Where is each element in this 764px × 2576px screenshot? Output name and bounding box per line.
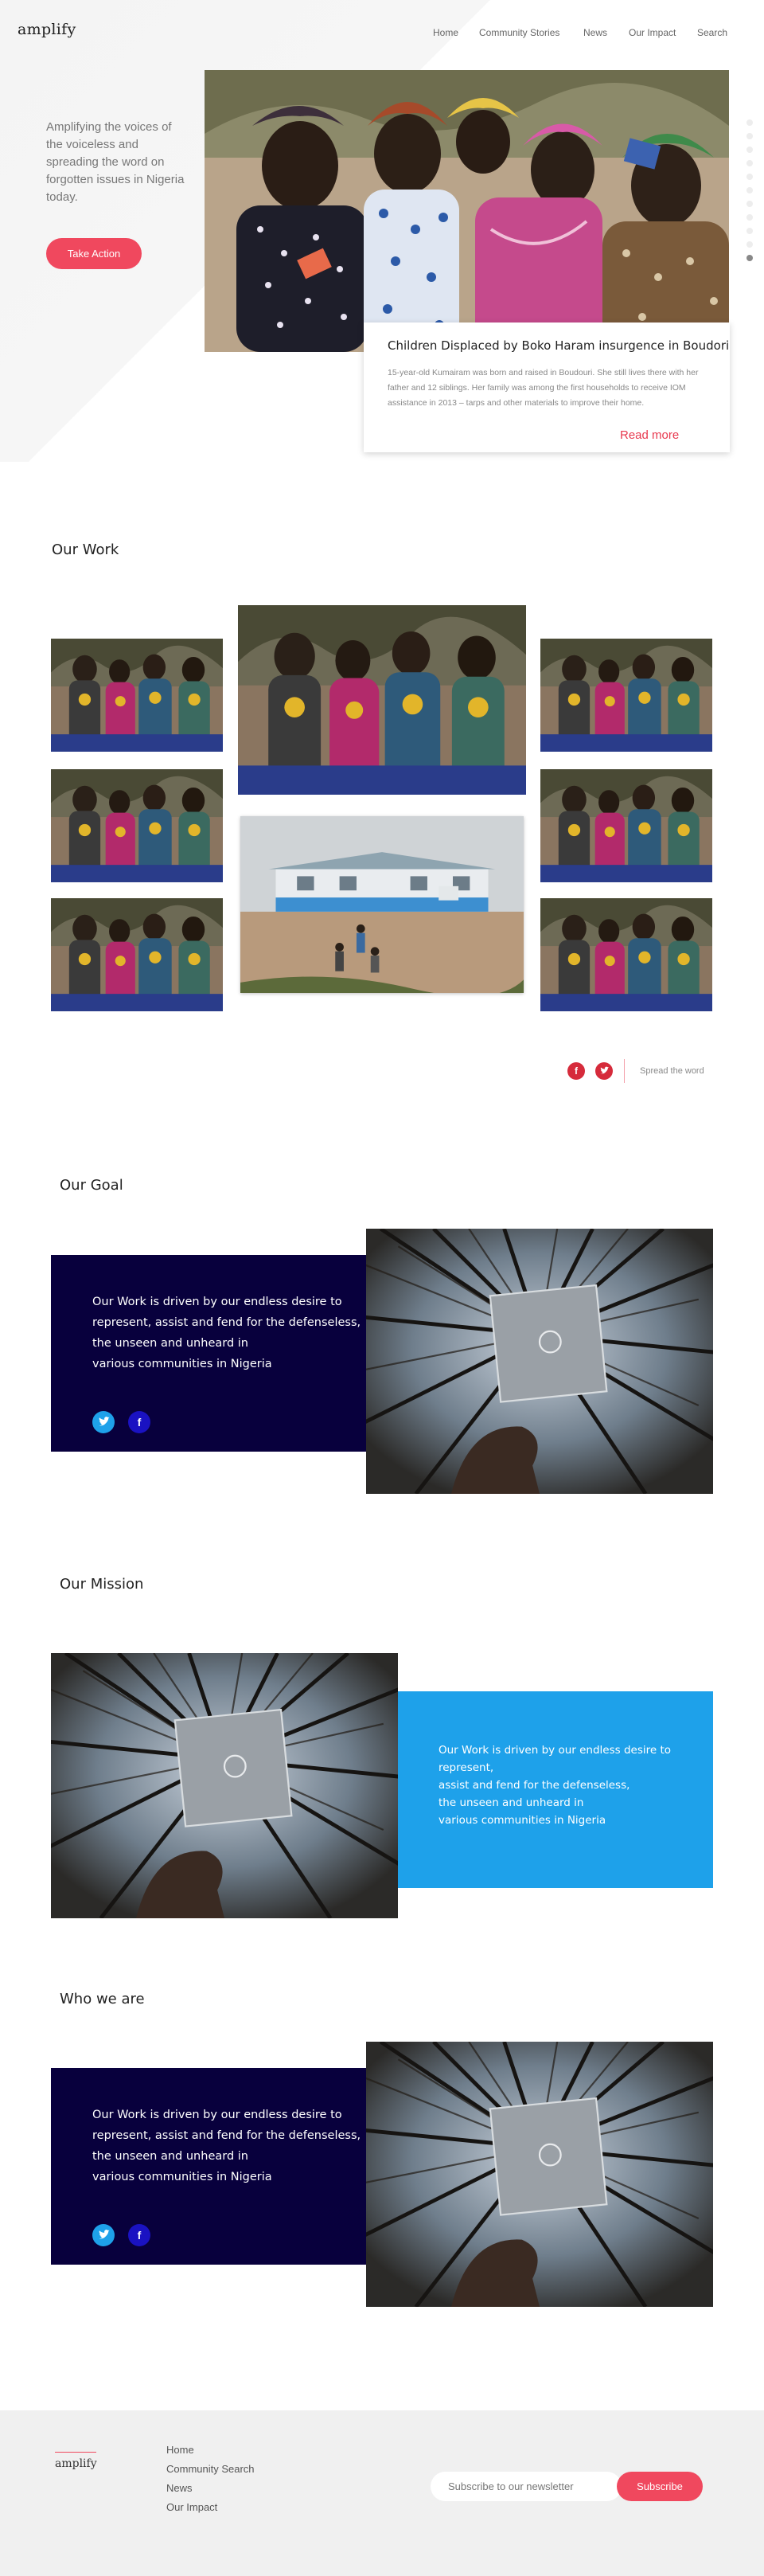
subscribe-button[interactable]: Subscribe (617, 2472, 703, 2501)
gallery-photo[interactable] (540, 898, 712, 1011)
who-text: Our Work is driven by our endless desire… (92, 2109, 361, 2183)
mission-photo (51, 1653, 398, 1918)
gallery-photo[interactable] (540, 639, 712, 752)
logo[interactable]: amplify (18, 21, 76, 38)
gallery-photo[interactable] (51, 639, 223, 752)
gallery-photo[interactable] (540, 769, 712, 882)
story-card-body: 15-year-old Kumairam was born and raised… (388, 368, 699, 408)
nav-search[interactable]: Search (697, 27, 727, 38)
gallery-photo-featured[interactable] (238, 605, 526, 795)
hero-photo-children (205, 70, 729, 352)
goal-photo (366, 1229, 713, 1494)
footer-link-community-search[interactable]: Community Search (166, 2463, 255, 2475)
nav-news[interactable]: News (583, 27, 607, 38)
story-card: Children Displaced by Boko Haram insurge… (364, 322, 730, 452)
who-panel: Our Work is driven by our endless desire… (51, 2068, 371, 2265)
take-action-button[interactable]: Take Action (46, 238, 142, 269)
story-card-title: Children Displaced by Boko Haram insurge… (388, 338, 730, 353)
who-photo (366, 2042, 713, 2307)
twitter-icon[interactable] (92, 2224, 115, 2246)
who-we-are-title: Who we are (60, 1991, 145, 2007)
goal-text: Our Work is driven by our endless desire… (92, 1296, 361, 1370)
gallery-photo[interactable] (51, 769, 223, 882)
mission-text: Our Work is driven by our endless desire… (439, 1744, 672, 1827)
gallery-photo[interactable] (51, 898, 223, 1011)
gallery-photo-school[interactable] (240, 816, 524, 993)
footer-link-news[interactable]: News (166, 2482, 193, 2494)
our-mission-title: Our Mission (60, 1576, 144, 1593)
footer-logo-rule (55, 2452, 96, 2453)
footer-logo[interactable]: amplify (55, 2457, 97, 2470)
facebook-icon[interactable]: f (128, 2224, 150, 2246)
share-divider (624, 1059, 625, 1083)
twitter-icon[interactable] (92, 1411, 115, 1433)
footer: amplify Home Community Search News Our I… (0, 2410, 764, 2576)
our-work-title: Our Work (52, 541, 119, 558)
facebook-share-icon[interactable]: f (567, 1062, 585, 1080)
footer-link-our-impact[interactable]: Our Impact (166, 2501, 217, 2513)
facebook-icon[interactable]: f (128, 1411, 150, 1433)
newsletter-input[interactable] (431, 2472, 622, 2501)
nav-our-impact[interactable]: Our Impact (629, 27, 676, 38)
nav-community-stories[interactable]: Community Stories (479, 27, 559, 38)
nav-home[interactable]: Home (433, 27, 458, 38)
hero-tagline: Amplifying the voices of the voiceless a… (46, 120, 185, 204)
twitter-share-icon[interactable] (595, 1062, 613, 1080)
goal-panel: Our Work is driven by our endless desire… (51, 1255, 371, 1452)
read-more-link[interactable]: Read more (620, 428, 679, 442)
share-label: Spread the word (640, 1066, 704, 1076)
footer-link-home[interactable]: Home (166, 2444, 194, 2456)
our-goal-title: Our Goal (60, 1177, 123, 1194)
mission-panel: Our Work is driven by our endless desire… (398, 1691, 713, 1888)
slide-indicator[interactable] (746, 119, 754, 268)
